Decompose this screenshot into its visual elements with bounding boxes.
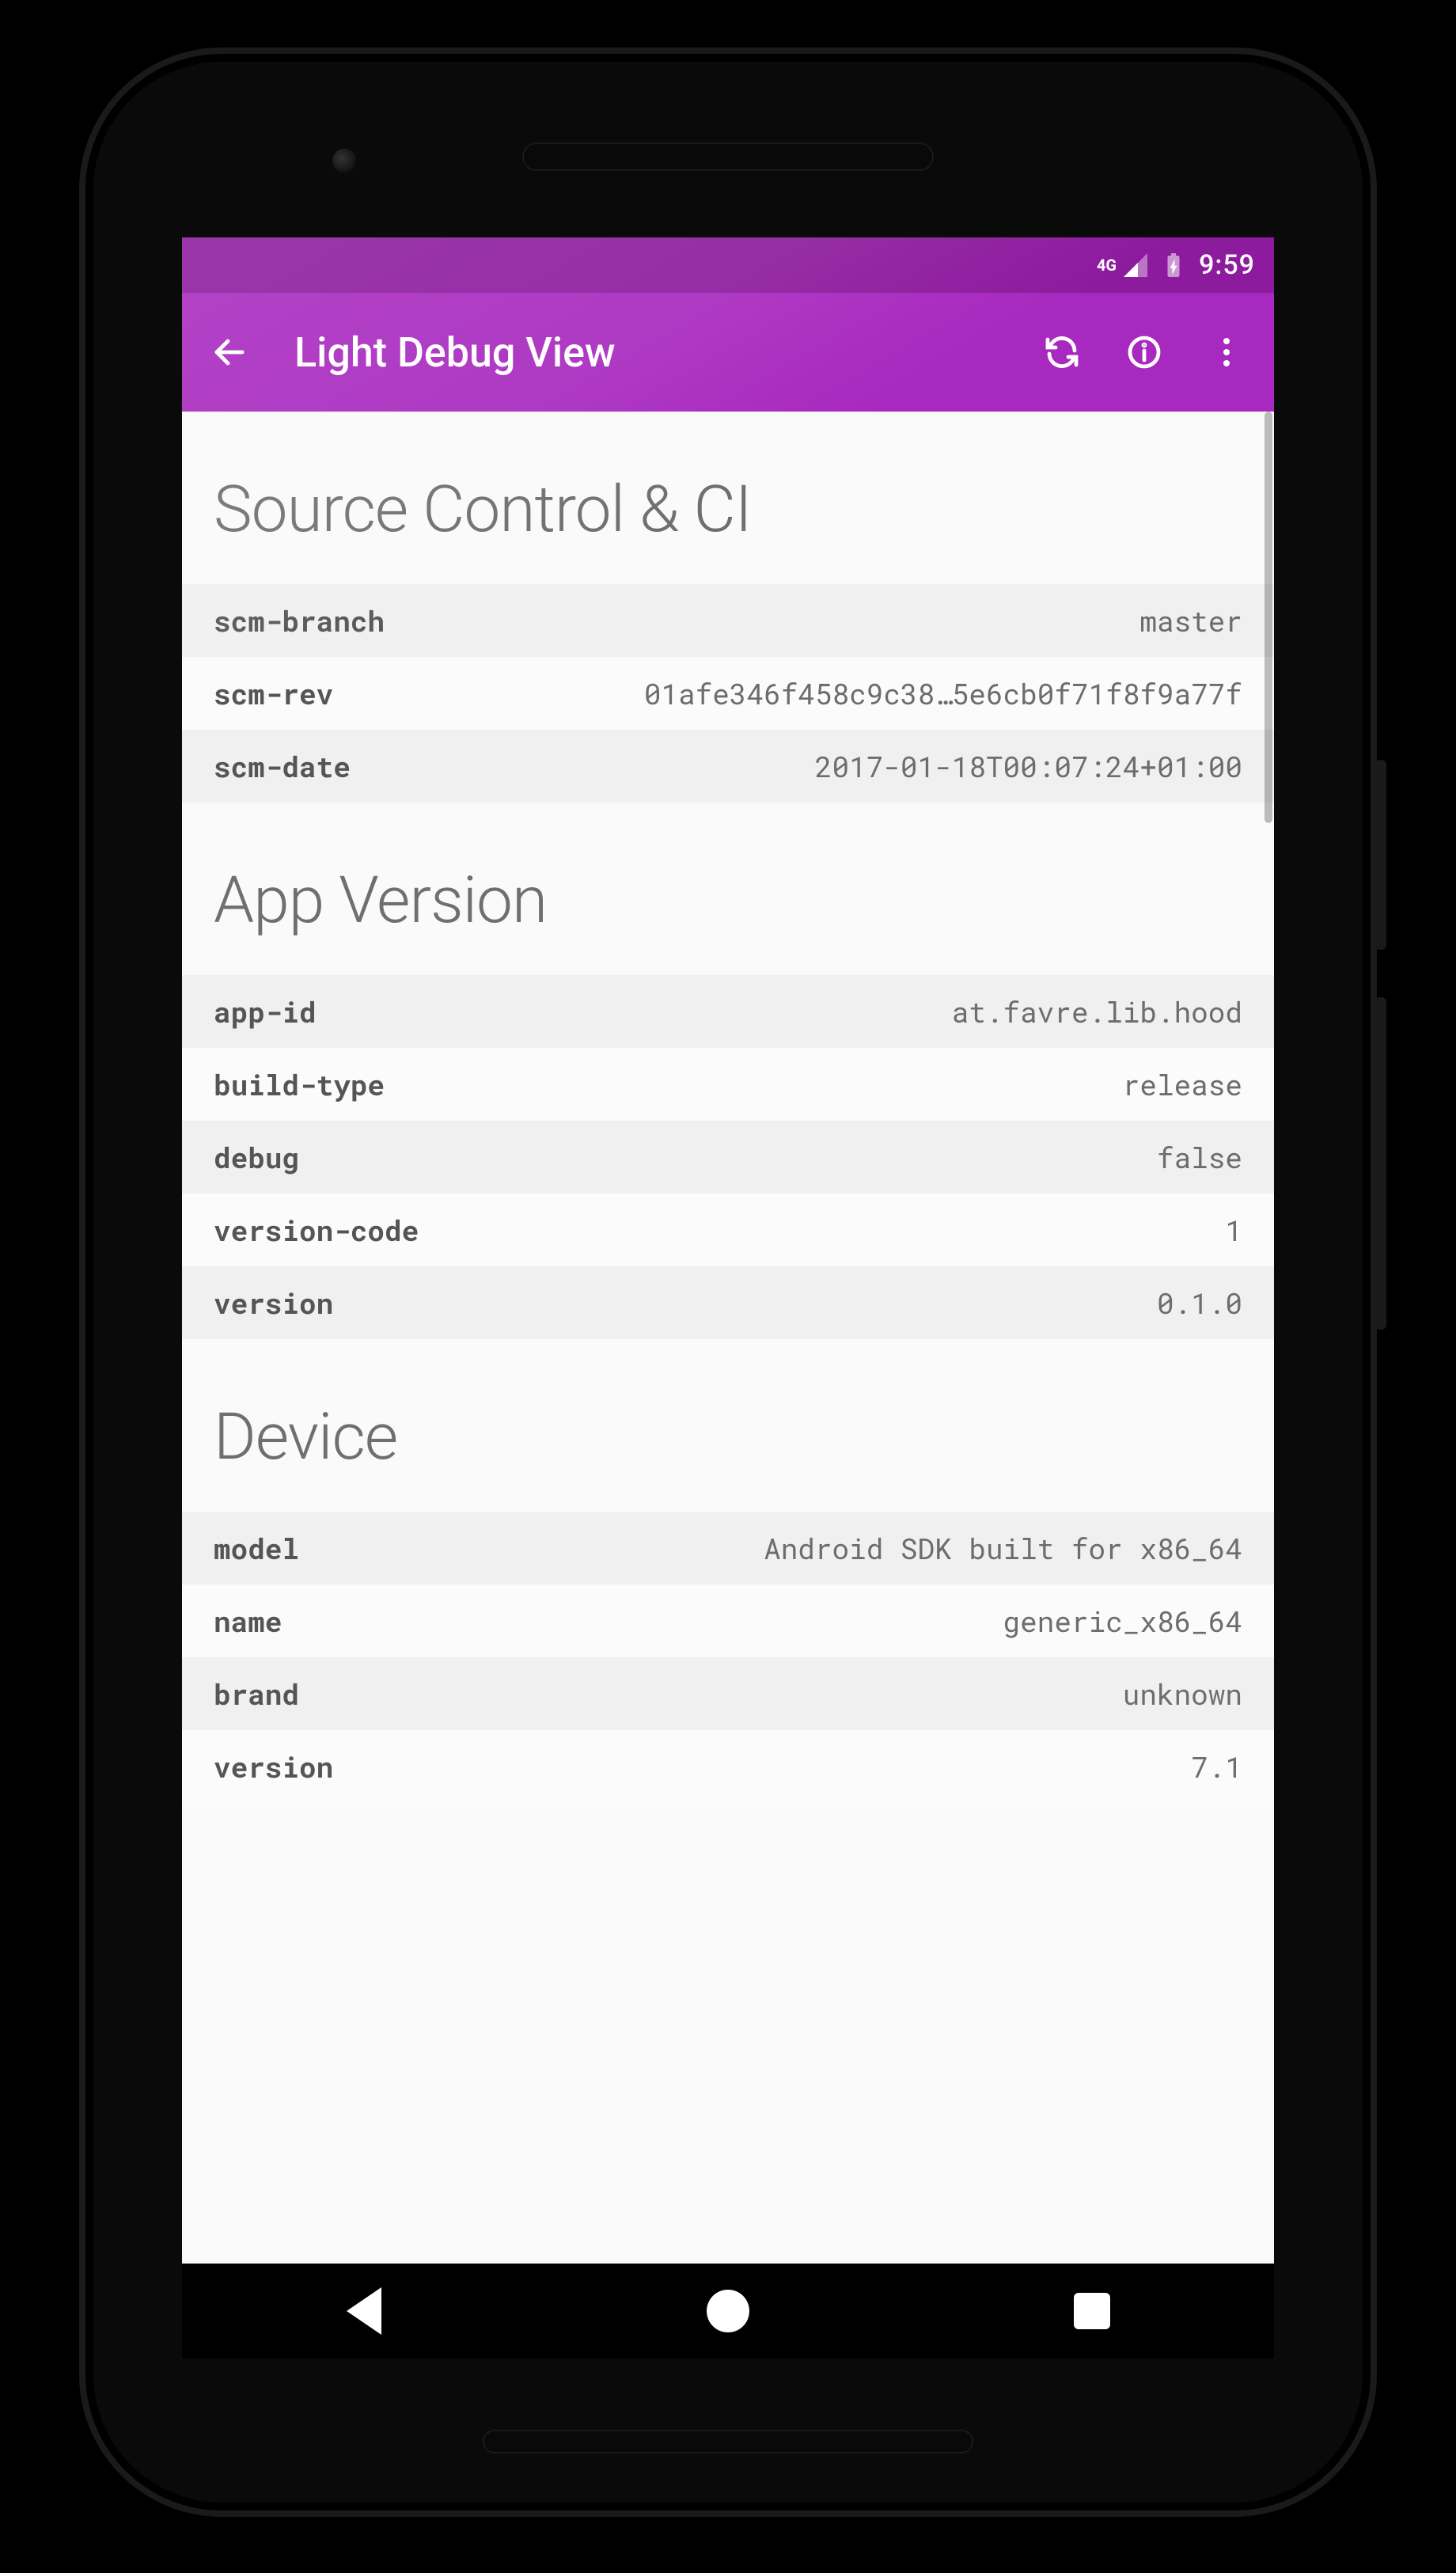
content-scroll[interactable]: Source Control & CI scm-branch master sc… — [182, 412, 1274, 2264]
row-key: version-code — [214, 1211, 419, 1249]
table-row[interactable]: version 0.1.0 — [182, 1266, 1274, 1339]
app-bar: Light Debug View — [182, 293, 1274, 412]
nav-home-button[interactable] — [704, 2287, 752, 2335]
row-value: generic_x86_64 — [1003, 1602, 1242, 1640]
nav-recents-button[interactable] — [1068, 2287, 1116, 2335]
table-row[interactable]: scm-rev 01afe346f458c9c38…5e6cb0f71f8f9a… — [182, 657, 1274, 730]
circle-home-icon — [707, 2290, 749, 2332]
table-row[interactable]: model Android SDK built for x86_64 — [182, 1512, 1274, 1584]
scrollbar-thumb[interactable] — [1265, 412, 1272, 823]
info-button[interactable] — [1119, 327, 1170, 378]
table-row[interactable]: brand unknown — [182, 1657, 1274, 1730]
row-value: at.favre.lib.hood — [952, 992, 1242, 1030]
row-value: false — [1157, 1138, 1242, 1176]
row-key: model — [214, 1529, 299, 1567]
screen: 4G 9:59 Light Debug View — [182, 237, 1274, 2359]
page-title: Light Debug View — [294, 328, 1005, 377]
row-key: build-type — [214, 1065, 385, 1103]
device-frame: 4G 9:59 Light Debug View — [79, 47, 1377, 2517]
table-row[interactable]: debug false — [182, 1121, 1274, 1194]
volume-button — [1375, 997, 1386, 1330]
section-title: App Version — [182, 834, 1274, 975]
row-key: version — [214, 1284, 333, 1322]
row-value: master — [1139, 602, 1242, 639]
triangle-back-icon — [347, 2287, 381, 2335]
table-row[interactable]: scm-branch master — [182, 584, 1274, 657]
section-source-control: Source Control & CI scm-branch master sc… — [182, 412, 1274, 803]
row-key: brand — [214, 1675, 299, 1713]
overflow-menu-button[interactable] — [1201, 327, 1252, 378]
row-key: debug — [214, 1138, 299, 1176]
row-key: scm-branch — [214, 602, 385, 639]
table-row[interactable]: build-type release — [182, 1048, 1274, 1121]
row-value: unknown — [1123, 1675, 1242, 1713]
more-vert-icon — [1208, 333, 1246, 371]
table-row[interactable]: scm-date 2017-01-18T00:07:24+01:00 — [182, 730, 1274, 803]
row-value: release — [1123, 1065, 1242, 1103]
table-row[interactable]: app-id at.favre.lib.hood — [182, 975, 1274, 1048]
power-button — [1375, 760, 1386, 950]
table-row[interactable]: name generic_x86_64 — [182, 1584, 1274, 1657]
row-key: version — [214, 1748, 333, 1786]
row-value: 2017-01-18T00:07:24+01:00 — [815, 747, 1242, 785]
section-title: Device — [182, 1371, 1274, 1512]
back-button[interactable] — [204, 327, 255, 378]
section-app-version: App Version app-id at.favre.lib.hood bui… — [182, 803, 1274, 1339]
table-row[interactable]: version-code 1 — [182, 1194, 1274, 1266]
row-key: app-id — [214, 992, 317, 1030]
refresh-button[interactable] — [1037, 327, 1087, 378]
section-device: Device model Android SDK built for x86_6… — [182, 1339, 1274, 1803]
front-camera — [332, 149, 356, 173]
row-key: scm-date — [214, 747, 351, 785]
row-value: 0.1.0 — [1157, 1284, 1242, 1322]
status-bar: 4G 9:59 — [182, 237, 1274, 293]
battery-icon — [1159, 251, 1188, 279]
nav-back-button[interactable] — [340, 2287, 388, 2335]
arrow-back-icon — [210, 333, 248, 371]
refresh-icon — [1043, 333, 1081, 371]
info-icon — [1125, 333, 1163, 371]
square-recents-icon — [1074, 2293, 1110, 2329]
row-key: name — [214, 1602, 282, 1640]
row-value: 7.1 — [1191, 1748, 1242, 1786]
clock: 9:59 — [1199, 249, 1255, 281]
row-value: 1 — [1225, 1211, 1242, 1249]
network-label: 4G — [1097, 256, 1117, 275]
earpiece — [522, 142, 934, 171]
bottom-speaker — [483, 2430, 973, 2453]
row-key: scm-rev — [214, 674, 333, 712]
row-value: 01afe346f458c9c38…5e6cb0f71f8f9a77f — [644, 674, 1242, 712]
navigation-bar — [182, 2264, 1274, 2359]
table-row[interactable]: version 7.1 — [182, 1730, 1274, 1803]
row-value: Android SDK built for x86_64 — [764, 1529, 1242, 1567]
signal-icon — [1121, 251, 1150, 279]
section-title: Source Control & CI — [182, 443, 1274, 584]
